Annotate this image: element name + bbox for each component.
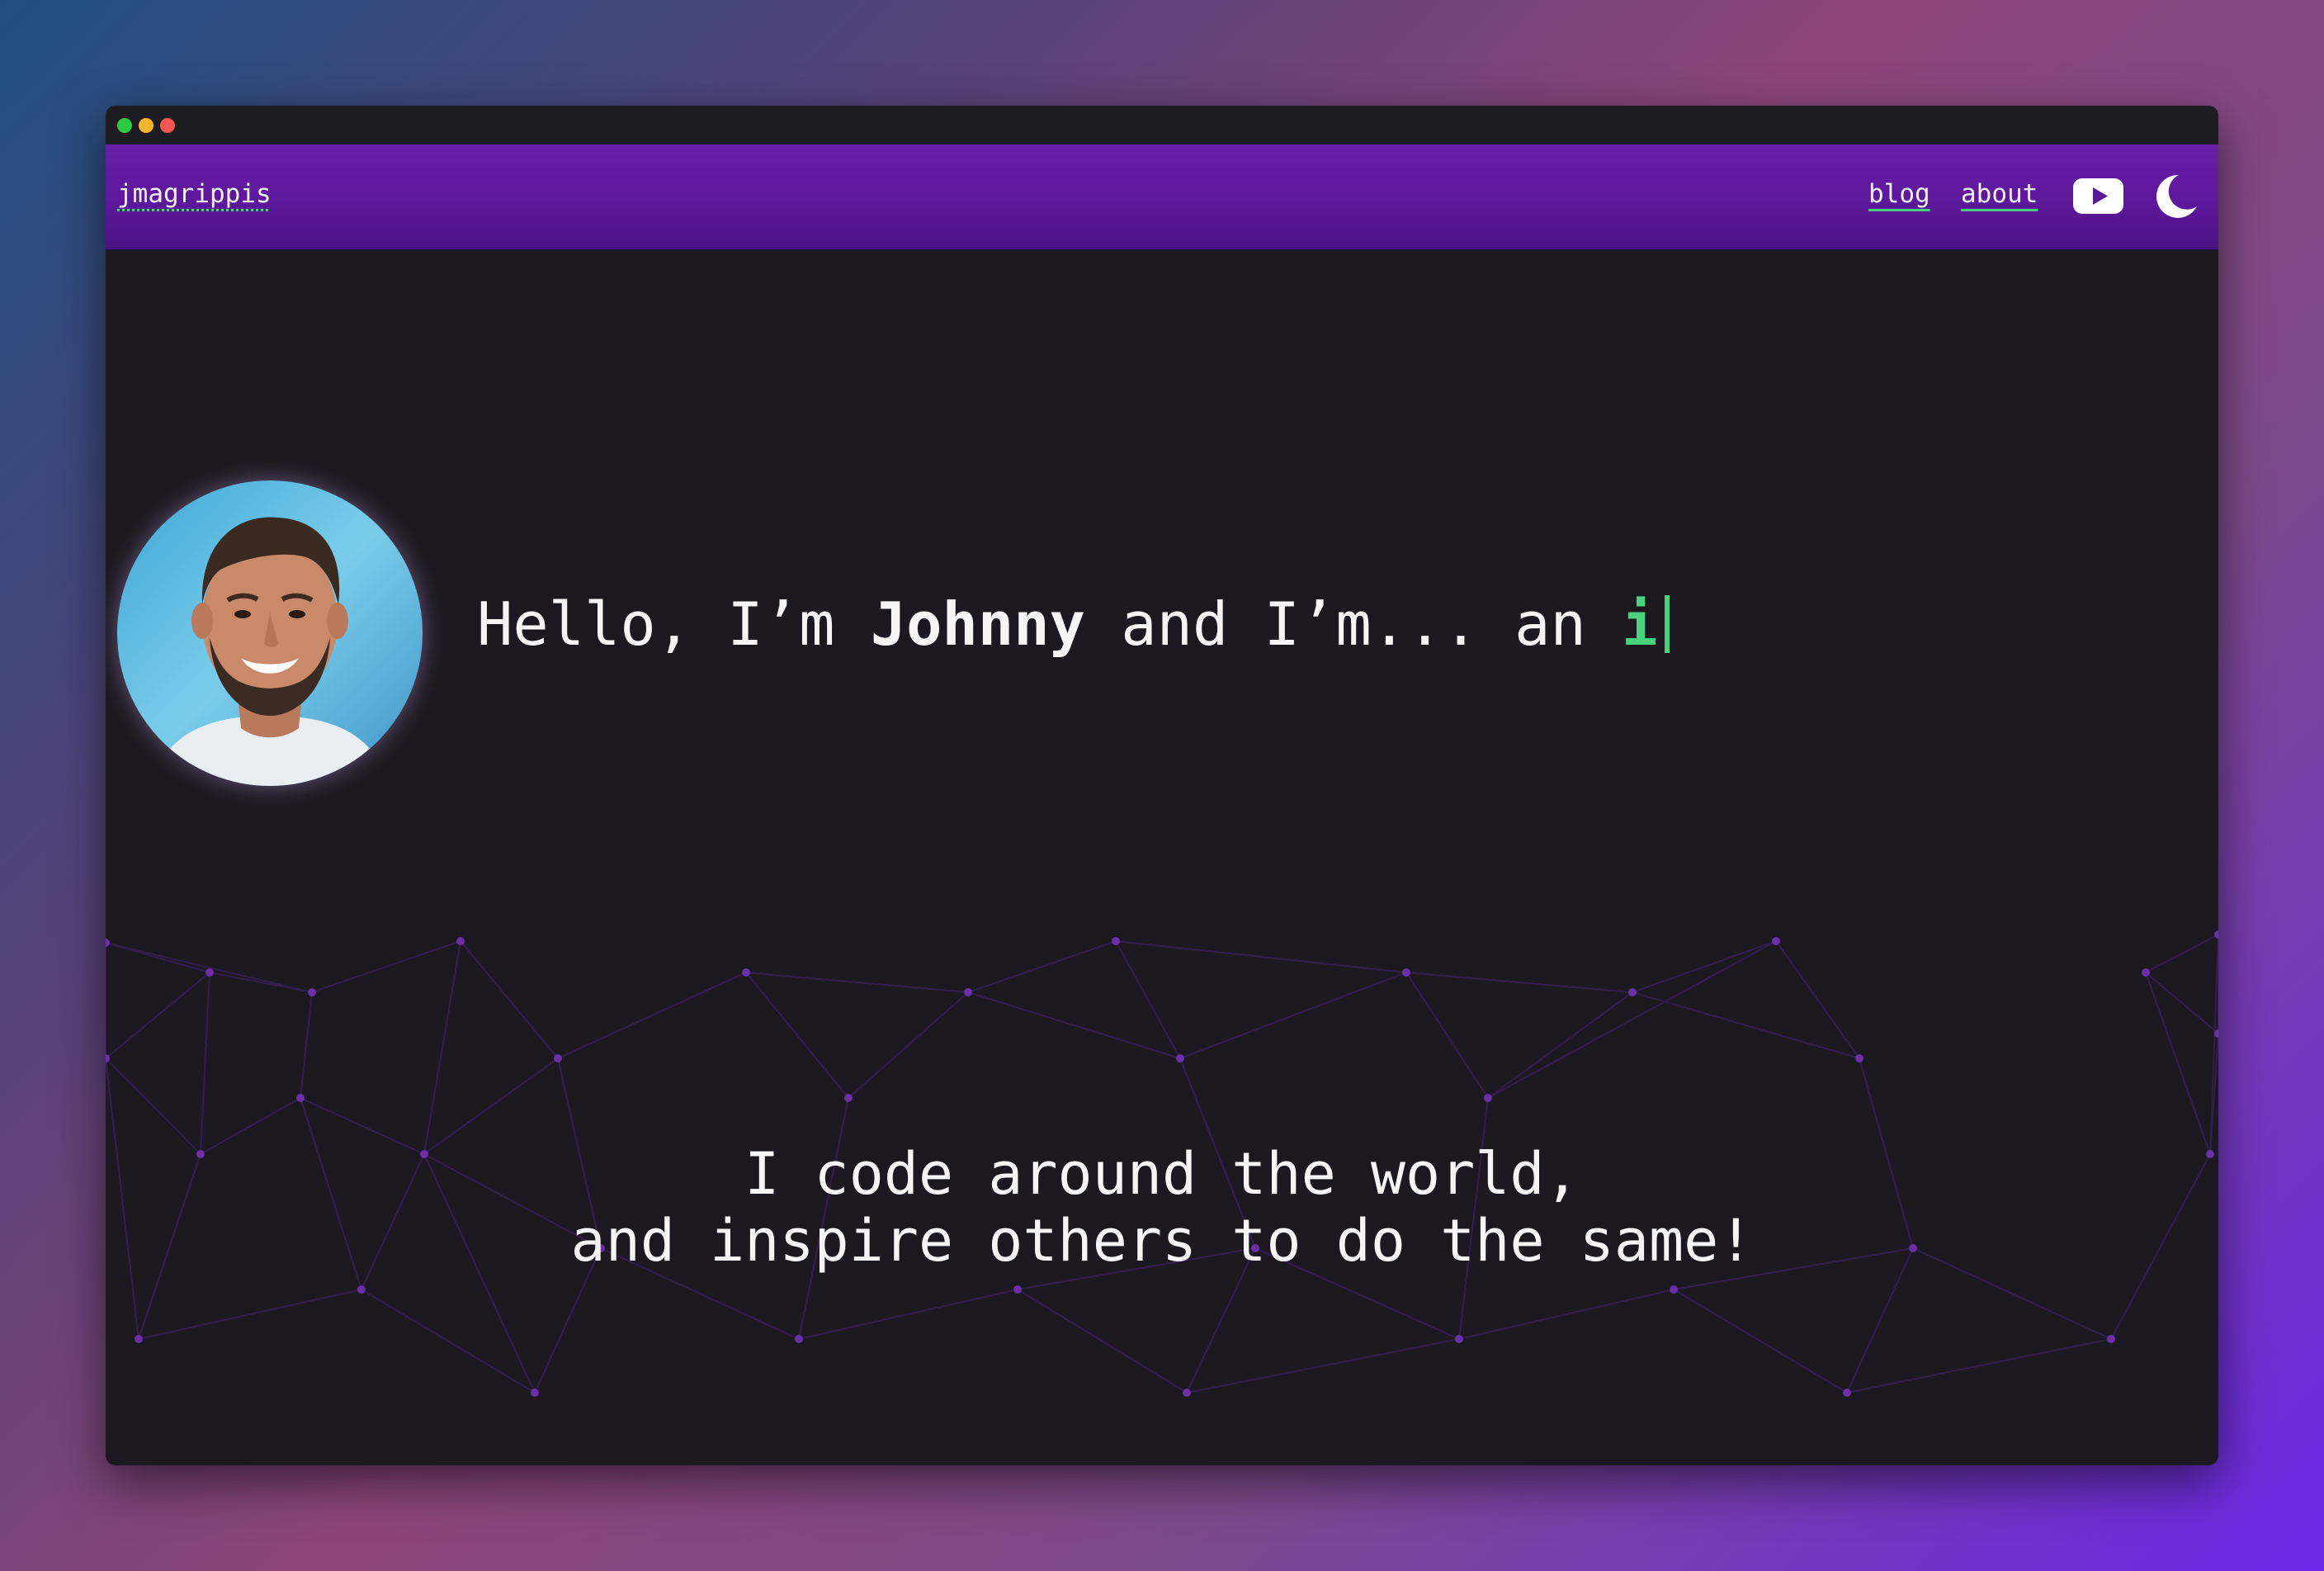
network-line	[745, 972, 849, 1099]
network-node	[135, 1335, 143, 1343]
hero-name: Johnny	[870, 589, 1085, 659]
greeting-prefix: Hello, I’m	[477, 589, 871, 659]
network-line	[361, 1289, 536, 1394]
network-node	[2214, 930, 2218, 939]
network-line	[1632, 991, 1860, 1059]
profile-photo	[117, 480, 423, 786]
tagline-line-2: and inspire others to do the same!	[570, 1206, 1754, 1275]
greeting-middle: and I’m... an	[1084, 589, 1623, 659]
network-node	[742, 968, 750, 977]
network-line	[1487, 940, 1777, 1099]
network-line	[1405, 972, 1489, 1099]
network-line	[1846, 1338, 2112, 1394]
network-line	[209, 972, 313, 993]
network-node	[2107, 1335, 2115, 1343]
network-line	[1632, 940, 1777, 993]
network-node	[1772, 937, 1780, 945]
network-line	[967, 940, 1117, 993]
network-node	[1628, 988, 1637, 996]
network-line	[311, 940, 461, 993]
network-node	[531, 1389, 539, 1397]
network-line	[1186, 1338, 1460, 1394]
network-node	[1855, 1054, 1863, 1062]
hero-headline: Hello, I’m Johnny and I’m... an i	[477, 594, 1670, 654]
typed-role-text: i	[1622, 589, 1658, 659]
network-node	[205, 968, 214, 977]
network-line	[1115, 940, 1407, 973]
network-line	[1179, 972, 1407, 1059]
network-node	[554, 1054, 562, 1062]
network-line	[745, 972, 969, 993]
network-node	[308, 988, 316, 996]
network-line	[798, 1289, 1018, 1340]
network-node	[106, 939, 110, 947]
network-node	[1112, 937, 1120, 945]
network-node	[1843, 1389, 1851, 1397]
network-node	[1183, 1389, 1191, 1397]
site-navbar: jmagrippis blog about	[106, 144, 2218, 249]
network-line	[557, 972, 747, 1059]
network-line	[1673, 1289, 1848, 1394]
network-node	[795, 1335, 803, 1343]
network-line	[2145, 934, 2218, 973]
browser-window: jmagrippis blog about Hello, I’m Johnny …	[106, 106, 2218, 1465]
network-line	[106, 972, 210, 1059]
window-maximize-button[interactable]	[117, 118, 132, 133]
network-line	[200, 972, 210, 1155]
network-node	[964, 988, 972, 996]
network-node	[1176, 1054, 1184, 1062]
network-line	[1775, 940, 1860, 1059]
network-line	[1017, 1289, 1188, 1394]
avatar	[117, 480, 423, 786]
network-line	[423, 940, 461, 1155]
nav-blog-link[interactable]: blog	[1868, 179, 1930, 209]
typing-cursor	[1664, 595, 1670, 653]
moon-icon[interactable]	[2154, 173, 2199, 220]
nav-about-link[interactable]: about	[1961, 179, 2038, 209]
network-node	[296, 1094, 305, 1102]
network-node	[2142, 968, 2150, 977]
hero-tagline: I code around the world, and inspire oth…	[106, 1141, 2218, 1274]
network-node	[844, 1094, 853, 1102]
network-line	[300, 991, 313, 1099]
network-node	[1455, 1335, 1463, 1343]
network-line	[460, 940, 559, 1059]
window-close-button[interactable]	[160, 118, 175, 133]
network-node	[1013, 1285, 1022, 1294]
network-line	[848, 991, 969, 1099]
network-line	[1458, 1289, 1675, 1340]
network-line	[106, 1058, 201, 1155]
youtube-icon[interactable]	[2073, 178, 2123, 214]
network-node	[1402, 968, 1410, 977]
network-line	[138, 1289, 362, 1340]
window-minimize-button[interactable]	[139, 118, 154, 133]
network-node	[357, 1285, 366, 1294]
site-brand-link[interactable]: jmagrippis	[117, 179, 272, 209]
network-line	[967, 991, 1181, 1059]
network-line	[423, 1058, 559, 1155]
main-content: Hello, I’m Johnny and I’m... an i I code…	[106, 249, 2218, 1465]
tagline-line-1: I code around the world,	[744, 1140, 1580, 1208]
network-line	[1405, 972, 1633, 993]
network-node	[1670, 1285, 1678, 1294]
network-node	[456, 937, 465, 945]
window-titlebar	[106, 106, 2218, 144]
network-line	[1487, 991, 1633, 1099]
network-node	[1484, 1094, 1492, 1102]
